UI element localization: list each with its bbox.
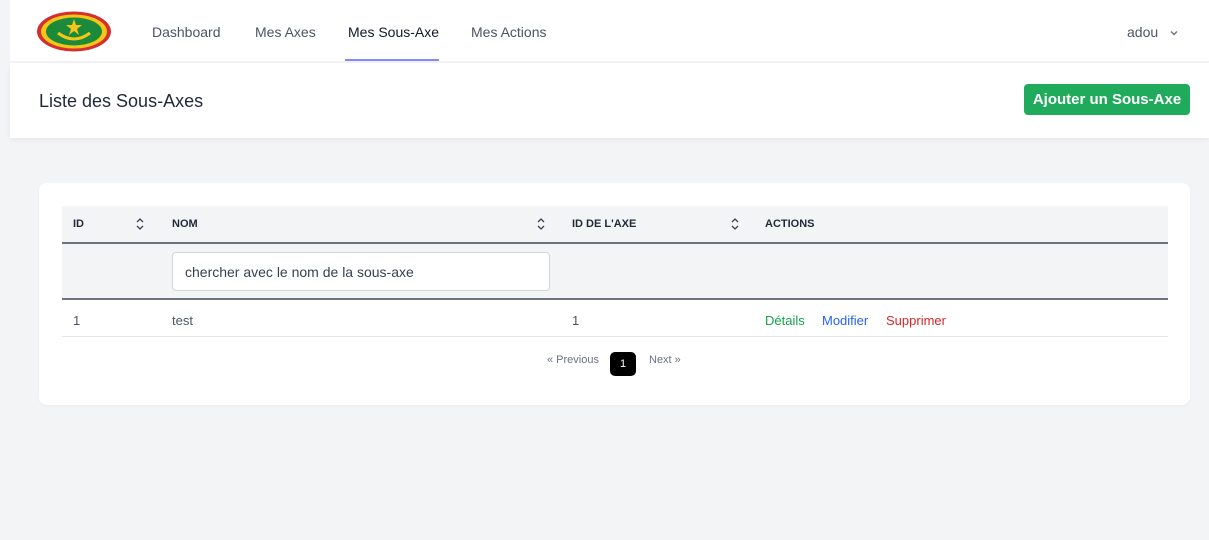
page-title: Liste des Sous-Axes	[39, 91, 204, 111]
user-menu[interactable]: adou	[1127, 0, 1179, 62]
cell-id: 1	[73, 313, 81, 328]
emblem-logo[interactable]	[36, 11, 112, 52]
table-card: ID NOM ID DE L'AXE ACTIONS 1 test 1 Déta…	[39, 183, 1190, 405]
cell-id-axe: 1	[572, 313, 580, 328]
pagination-next[interactable]: Next »	[649, 354, 681, 366]
search-input[interactable]	[172, 252, 550, 291]
supprimer-link[interactable]: Supprimer	[886, 302, 946, 337]
column-header-nom: NOM	[172, 218, 198, 230]
top-navbar: Dashboard Mes Axes Mes Sous-Axe Mes Acti…	[10, 0, 1209, 62]
page-header: Liste des Sous-Axes Ajouter un Sous-Axe	[10, 63, 1209, 138]
details-link[interactable]: Détails	[765, 302, 805, 337]
cell-nom: test	[172, 313, 193, 328]
column-header-actions: ACTIONS	[765, 218, 815, 230]
column-header-id-axe: ID DE L'AXE	[572, 218, 637, 230]
sort-icon[interactable]	[135, 217, 145, 231]
pagination-page-1[interactable]: 1	[610, 352, 636, 376]
sort-icon[interactable]	[536, 217, 546, 231]
column-header-id: ID	[73, 218, 84, 230]
active-tab-indicator	[345, 59, 439, 61]
table-row: 1 test 1 Détails Modifier Supprimer	[62, 302, 1168, 337]
sort-icon[interactable]	[730, 217, 740, 231]
modifier-link[interactable]: Modifier	[822, 302, 868, 337]
pagination-previous[interactable]: « Previous	[547, 354, 599, 366]
user-name: adou	[1127, 24, 1159, 40]
filter-row	[62, 244, 1168, 300]
table-header: ID NOM ID DE L'AXE ACTIONS	[62, 206, 1168, 244]
nav-mes-sous-axe[interactable]: Mes Sous-Axe	[348, 0, 439, 62]
nav-dashboard[interactable]: Dashboard	[152, 0, 221, 62]
nav-mes-axes[interactable]: Mes Axes	[255, 0, 316, 62]
nav-mes-actions[interactable]: Mes Actions	[471, 0, 546, 62]
chevron-down-icon	[1170, 31, 1178, 36]
add-sous-axe-button[interactable]: Ajouter un Sous-Axe	[1024, 84, 1190, 115]
